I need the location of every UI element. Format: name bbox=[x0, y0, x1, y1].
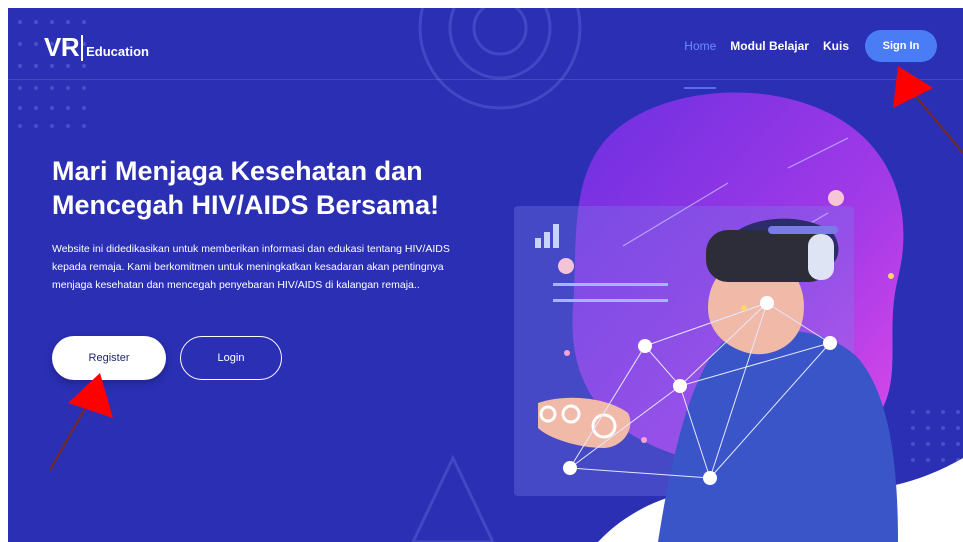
register-button[interactable]: Register bbox=[52, 336, 166, 380]
nav-divider bbox=[8, 79, 963, 80]
page-frame: VR Education Home Modul Belajar Kuis Sig… bbox=[8, 8, 963, 542]
brand-logo[interactable]: VR Education bbox=[44, 32, 149, 63]
vr-headset-icon bbox=[706, 226, 838, 282]
nav-modul-belajar-link[interactable]: Modul Belajar bbox=[730, 39, 809, 53]
sign-in-button[interactable]: Sign In bbox=[865, 30, 937, 62]
hero-title: Mari Menjaga Kesehatan dan Mencegah HIV/… bbox=[52, 156, 440, 220]
logo-separator bbox=[81, 34, 84, 61]
login-button[interactable]: Login bbox=[180, 336, 282, 380]
logo-education-text: Education bbox=[86, 44, 149, 59]
top-nav: Home Modul Belajar Kuis Sign In bbox=[670, 30, 937, 89]
nav-kuis-link[interactable]: Kuis bbox=[823, 39, 849, 53]
logo-vr-text: VR bbox=[44, 32, 80, 62]
nav-home-link[interactable]: Home bbox=[684, 39, 717, 89]
hero-description: Website ini didedikasikan untuk memberik… bbox=[52, 243, 450, 291]
